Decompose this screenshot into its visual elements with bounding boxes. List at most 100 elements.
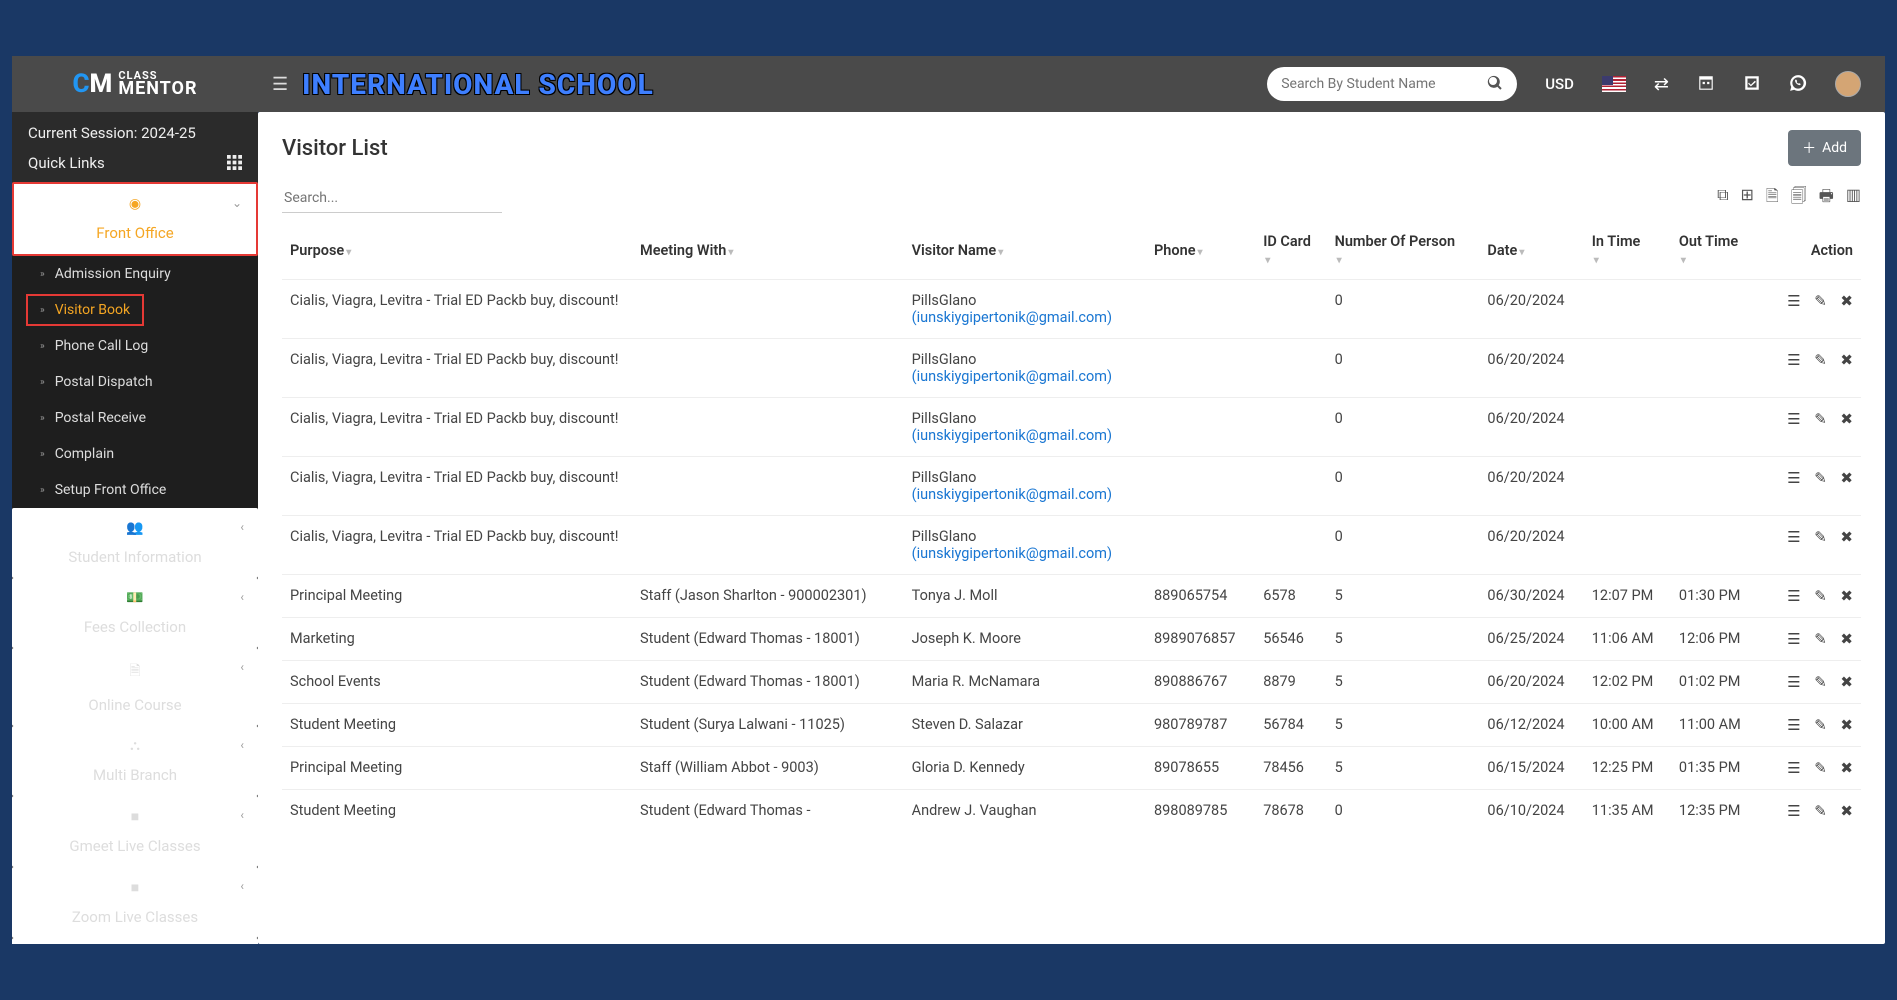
- sidebar-sub-phone-call-log[interactable]: »Phone Call Log: [12, 328, 258, 364]
- visitor-email-link[interactable]: (iunskiygipertonik@gmail.com): [912, 368, 1112, 385]
- visitor-email-link[interactable]: (iunskiygipertonik@gmail.com): [912, 427, 1112, 444]
- visitor-email-link[interactable]: (iunskiygipertonik@gmail.com): [912, 486, 1112, 503]
- menu-toggle-icon[interactable]: ☰: [258, 74, 302, 95]
- col-purpose[interactable]: Purpose▾: [282, 221, 632, 280]
- sidebar-item-fees-collection[interactable]: 💵Fees Collection‹: [12, 578, 258, 648]
- chevron-left-icon: ‹: [240, 520, 244, 534]
- row-delete-icon[interactable]: ✖: [1840, 292, 1853, 310]
- cell-num-person: 0: [1327, 790, 1480, 833]
- col-date[interactable]: Date▾: [1479, 221, 1583, 280]
- whatsapp-icon[interactable]: [1789, 74, 1807, 95]
- sidebar-item-online-course[interactable]: 🗎Online Course‹: [12, 648, 258, 726]
- row-menu-icon[interactable]: ☰: [1787, 759, 1800, 777]
- row-edit-icon[interactable]: ✎: [1814, 351, 1827, 369]
- row-menu-icon[interactable]: ☰: [1787, 528, 1800, 546]
- sidebar-sub-setup-front-office[interactable]: »Setup Front Office: [12, 472, 258, 508]
- row-menu-icon[interactable]: ☰: [1787, 587, 1800, 605]
- row-edit-icon[interactable]: ✎: [1814, 410, 1827, 428]
- cell-meeting-with: [632, 339, 904, 398]
- quick-links[interactable]: Quick Links: [12, 148, 258, 182]
- sidebar-sub-visitor-book[interactable]: »Visitor Book: [26, 294, 144, 326]
- csv-icon[interactable]: 🗎: [1766, 185, 1779, 212]
- user-avatar[interactable]: [1835, 71, 1861, 97]
- row-menu-icon[interactable]: ☰: [1787, 802, 1800, 820]
- cell-phone: 898089785: [1146, 790, 1255, 833]
- row-delete-icon[interactable]: ✖: [1840, 528, 1853, 546]
- sidebar-item-student-information[interactable]: 👥Student Information‹: [12, 508, 258, 578]
- row-delete-icon[interactable]: ✖: [1840, 802, 1853, 820]
- col-meeting-with[interactable]: Meeting With▾: [632, 221, 904, 280]
- angle-icon: »: [40, 413, 45, 424]
- row-delete-icon[interactable]: ✖: [1840, 587, 1853, 605]
- print-icon[interactable]: 🖶: [1819, 185, 1834, 212]
- columns-icon[interactable]: ▥: [1846, 185, 1861, 212]
- global-search[interactable]: [1267, 67, 1517, 101]
- grid-icon[interactable]: [227, 154, 242, 172]
- global-search-input[interactable]: [1281, 76, 1487, 92]
- row-menu-icon[interactable]: ☰: [1787, 351, 1800, 369]
- row-delete-icon[interactable]: ✖: [1840, 673, 1853, 691]
- col-in-time[interactable]: In Time▾: [1584, 221, 1671, 280]
- chevron-left-icon: ‹: [240, 879, 244, 893]
- table-search-input[interactable]: [282, 184, 502, 213]
- row-edit-icon[interactable]: ✎: [1814, 469, 1827, 487]
- sort-icon: ▾: [1265, 255, 1270, 266]
- search-icon[interactable]: [1487, 75, 1503, 94]
- cell-actions: ☰ ✎ ✖: [1758, 661, 1861, 704]
- row-menu-icon[interactable]: ☰: [1787, 410, 1800, 428]
- row-delete-icon[interactable]: ✖: [1840, 469, 1853, 487]
- language-flag-icon[interactable]: [1602, 76, 1626, 92]
- sidebar-item-front-office[interactable]: ◉ Front Office ⌄: [12, 182, 258, 256]
- sidebar-sub-complain[interactable]: »Complain: [12, 436, 258, 472]
- row-edit-icon[interactable]: ✎: [1814, 673, 1827, 691]
- currency-selector[interactable]: USD: [1545, 75, 1574, 93]
- col-id-card[interactable]: ID Card▾: [1255, 221, 1326, 280]
- logo[interactable]: CM CLASS MENTOR: [12, 69, 258, 99]
- row-menu-icon[interactable]: ☰: [1787, 673, 1800, 691]
- row-menu-icon[interactable]: ☰: [1787, 716, 1800, 734]
- sidebar-item-multi-branch[interactable]: ⛬Multi Branch‹: [12, 726, 258, 796]
- cell-visitor-name: PillsGlano(iunskiygipertonik@gmail.com): [904, 516, 1146, 575]
- sidebar-sub-postal-dispatch[interactable]: »Postal Dispatch: [12, 364, 258, 400]
- visitor-email-link[interactable]: (iunskiygipertonik@gmail.com): [912, 545, 1112, 562]
- pdf-icon[interactable]: 🗐: [1791, 185, 1807, 212]
- row-delete-icon[interactable]: ✖: [1840, 410, 1853, 428]
- excel-icon[interactable]: ⊞: [1741, 185, 1754, 212]
- row-edit-icon[interactable]: ✎: [1814, 630, 1827, 648]
- sidebar-sub-postal-receive[interactable]: »Postal Receive: [12, 400, 258, 436]
- row-menu-icon[interactable]: ☰: [1787, 292, 1800, 310]
- visitor-email-link[interactable]: (iunskiygipertonik@gmail.com): [912, 309, 1112, 326]
- calendar-icon[interactable]: [1697, 74, 1715, 95]
- money-icon: 💵: [126, 590, 144, 606]
- row-delete-icon[interactable]: ✖: [1840, 759, 1853, 777]
- col-num-person[interactable]: Number Of Person▾: [1327, 221, 1480, 280]
- copy-icon[interactable]: ⧉: [1717, 185, 1728, 212]
- row-edit-icon[interactable]: ✎: [1814, 587, 1827, 605]
- sidebar-sub-admission-enquiry[interactable]: »Admission Enquiry: [12, 256, 258, 292]
- add-button[interactable]: ＋Add: [1788, 130, 1861, 166]
- row-menu-icon[interactable]: ☰: [1787, 469, 1800, 487]
- sidebar-item-label: Admission Enquiry: [55, 266, 171, 282]
- task-icon[interactable]: [1743, 74, 1761, 95]
- col-visitor-name[interactable]: Visitor Name▾: [904, 221, 1146, 280]
- row-edit-icon[interactable]: ✎: [1814, 802, 1827, 820]
- swap-icon[interactable]: ⇄: [1654, 74, 1669, 95]
- row-delete-icon[interactable]: ✖: [1840, 351, 1853, 369]
- cell-id-card: 6578: [1255, 575, 1326, 618]
- sidebar-item-behaviour[interactable]: �ានిBehaviour Records‹: [12, 938, 258, 944]
- file-icon: 🗎: [126, 660, 144, 684]
- sidebar-item-zoom[interactable]: ■Zoom Live Classes‹: [12, 867, 258, 938]
- row-edit-icon[interactable]: ✎: [1814, 292, 1827, 310]
- row-edit-icon[interactable]: ✎: [1814, 716, 1827, 734]
- col-phone[interactable]: Phone▾: [1146, 221, 1255, 280]
- col-out-time[interactable]: Out Time▾: [1671, 221, 1758, 280]
- sidebar-item-gmeet[interactable]: ■Gmeet Live Classes‹: [12, 796, 258, 867]
- row-menu-icon[interactable]: ☰: [1787, 630, 1800, 648]
- row-delete-icon[interactable]: ✖: [1840, 716, 1853, 734]
- row-edit-icon[interactable]: ✎: [1814, 759, 1827, 777]
- sidebar-item-label: Online Course: [88, 696, 181, 714]
- table-row: Principal Meeting Staff (William Abbot -…: [282, 747, 1861, 790]
- row-edit-icon[interactable]: ✎: [1814, 528, 1827, 546]
- cell-visitor-name: PillsGlano(iunskiygipertonik@gmail.com): [904, 280, 1146, 339]
- row-delete-icon[interactable]: ✖: [1840, 630, 1853, 648]
